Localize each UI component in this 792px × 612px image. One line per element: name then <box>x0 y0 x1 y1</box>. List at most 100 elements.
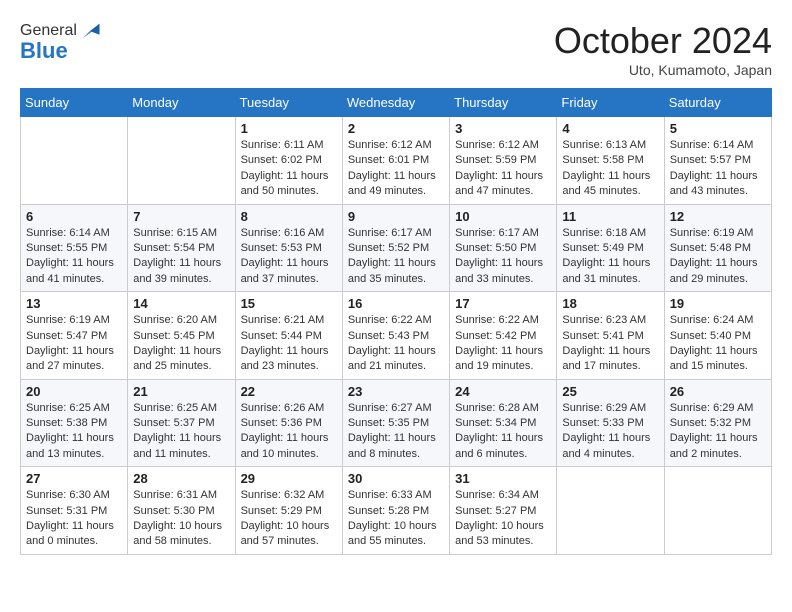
day-cell: 6Sunrise: 6:14 AMSunset: 5:55 PMDaylight… <box>21 204 128 292</box>
day-number: 10 <box>455 209 551 224</box>
month-title: October 2024 <box>554 20 772 62</box>
weekday-header-row: SundayMondayTuesdayWednesdayThursdayFrid… <box>21 89 772 117</box>
day-cell: 27 Sunrise: 6:30 AMSunset: 5:31 PMDayligh… <box>21 467 128 555</box>
day-number: 9 <box>348 209 444 224</box>
day-info: Sunrise: 6:29 AMSunset: 5:32 PMDaylight:… <box>670 401 766 463</box>
day-info: Sunrise: 6:29 AMSunset: 5:33 PMDaylight:… <box>562 401 658 463</box>
day-number: 12 <box>670 209 766 224</box>
day-info: Sunrise: 6:25 AMSunset: 5:38 PMDaylight:… <box>26 401 122 463</box>
day-info: Sunrise: 6:11 AMSunset: 6:02 PMDaylight:… <box>241 138 337 200</box>
day-cell: 1 Sunrise: 6:11 AMSunset: 6:02 PMDaylight… <box>235 117 342 205</box>
weekday-thursday: Thursday <box>450 89 557 117</box>
day-cell: 17 Sunrise: 6:22 AMSunset: 5:42 PMDayligh… <box>450 292 557 380</box>
day-cell: 29Sunrise: 6:32 AMSunset: 5:29 PMDayligh… <box>235 467 342 555</box>
weekday-tuesday: Tuesday <box>235 89 342 117</box>
day-number: 19 <box>670 296 766 311</box>
day-number: 1 <box>241 121 337 136</box>
day-cell: 28Sunrise: 6:31 AMSunset: 5:30 PMDayligh… <box>128 467 235 555</box>
day-number: 4 <box>562 121 658 136</box>
day-number: 23 <box>348 384 444 399</box>
location: Uto, Kumamoto, Japan <box>554 62 772 78</box>
day-cell: 24 Sunrise: 6:28 AMSunset: 5:34 PMDayligh… <box>450 379 557 467</box>
day-cell: 12 Sunrise: 6:19 AMSunset: 5:48 PMDayligh… <box>664 204 771 292</box>
day-info: Sunrise: 6:26 AMSunset: 5:36 PMDaylight:… <box>241 401 337 463</box>
day-cell: 8 Sunrise: 6:16 AMSunset: 5:53 PMDaylight… <box>235 204 342 292</box>
day-cell <box>557 467 664 555</box>
day-info: Sunrise: 6:22 AMSunset: 5:43 PMDaylight:… <box>348 313 444 375</box>
day-info: Sunrise: 6:14 AMSunset: 5:55 PMDaylight:… <box>26 226 122 288</box>
day-info: Sunrise: 6:27 AMSunset: 5:35 PMDaylight:… <box>348 401 444 463</box>
day-info: Sunrise: 6:28 AMSunset: 5:34 PMDaylight:… <box>455 401 551 463</box>
day-number: 7 <box>133 209 229 224</box>
day-cell: 7 Sunrise: 6:15 AMSunset: 5:54 PMDaylight… <box>128 204 235 292</box>
week-row-3: 13 Sunrise: 6:19 AMSunset: 5:47 PMDayligh… <box>21 292 772 380</box>
day-number: 3 <box>455 121 551 136</box>
week-row-1: 1 Sunrise: 6:11 AMSunset: 6:02 PMDaylight… <box>21 117 772 205</box>
day-cell: 30 Sunrise: 6:33 AMSunset: 5:28 PMDayligh… <box>342 467 449 555</box>
day-info: Sunrise: 6:12 AMSunset: 6:01 PMDaylight:… <box>348 138 444 200</box>
day-number: 31 <box>455 471 551 486</box>
day-cell: 25 Sunrise: 6:29 AMSunset: 5:33 PMDayligh… <box>557 379 664 467</box>
day-info: Sunrise: 6:19 AMSunset: 5:47 PMDaylight:… <box>26 313 122 375</box>
day-cell: 5Sunrise: 6:14 AMSunset: 5:57 PMDaylight… <box>664 117 771 205</box>
day-number: 15 <box>241 296 337 311</box>
day-number: 26 <box>670 384 766 399</box>
day-number: 24 <box>455 384 551 399</box>
day-info: Sunrise: 6:12 AMSunset: 5:59 PMDaylight:… <box>455 138 551 200</box>
day-info: Sunrise: 6:15 AMSunset: 5:54 PMDaylight:… <box>133 226 229 288</box>
weekday-monday: Monday <box>128 89 235 117</box>
day-cell: 15 Sunrise: 6:21 AMSunset: 5:44 PMDayligh… <box>235 292 342 380</box>
calendar-body: 1 Sunrise: 6:11 AMSunset: 6:02 PMDaylight… <box>21 117 772 555</box>
day-number: 8 <box>241 209 337 224</box>
day-info: Sunrise: 6:23 AMSunset: 5:41 PMDaylight:… <box>562 313 658 375</box>
weekday-saturday: Saturday <box>664 89 771 117</box>
week-row-4: 20 Sunrise: 6:25 AMSunset: 5:38 PMDayligh… <box>21 379 772 467</box>
day-info: Sunrise: 6:34 AMSunset: 5:27 PMDaylight:… <box>455 488 551 550</box>
calendar-table: SundayMondayTuesdayWednesdayThursdayFrid… <box>20 88 772 555</box>
day-cell: 3 Sunrise: 6:12 AMSunset: 5:59 PMDaylight… <box>450 117 557 205</box>
day-cell: 26 Sunrise: 6:29 AMSunset: 5:32 PMDayligh… <box>664 379 771 467</box>
day-info: Sunrise: 6:21 AMSunset: 5:44 PMDaylight:… <box>241 313 337 375</box>
day-number: 5 <box>670 121 766 136</box>
day-cell: 9Sunrise: 6:17 AMSunset: 5:52 PMDaylight… <box>342 204 449 292</box>
day-number: 21 <box>133 384 229 399</box>
day-number: 30 <box>348 471 444 486</box>
day-cell: 14Sunrise: 6:20 AMSunset: 5:45 PMDayligh… <box>128 292 235 380</box>
day-cell: 20 Sunrise: 6:25 AMSunset: 5:38 PMDayligh… <box>21 379 128 467</box>
day-number: 20 <box>26 384 122 399</box>
day-cell <box>128 117 235 205</box>
title-block: October 2024 Uto, Kumamoto, Japan <box>554 20 772 78</box>
day-number: 25 <box>562 384 658 399</box>
day-number: 11 <box>562 209 658 224</box>
day-info: Sunrise: 6:32 AMSunset: 5:29 PMDaylight:… <box>241 488 337 550</box>
weekday-sunday: Sunday <box>21 89 128 117</box>
day-info: Sunrise: 6:17 AMSunset: 5:50 PMDaylight:… <box>455 226 551 288</box>
day-cell: 10 Sunrise: 6:17 AMSunset: 5:50 PMDayligh… <box>450 204 557 292</box>
day-number: 13 <box>26 296 122 311</box>
day-cell: 18 Sunrise: 6:23 AMSunset: 5:41 PMDayligh… <box>557 292 664 380</box>
day-info: Sunrise: 6:22 AMSunset: 5:42 PMDaylight:… <box>455 313 551 375</box>
day-number: 17 <box>455 296 551 311</box>
logo-icon <box>79 20 101 42</box>
day-info: Sunrise: 6:16 AMSunset: 5:53 PMDaylight:… <box>241 226 337 288</box>
day-cell: 21 Sunrise: 6:25 AMSunset: 5:37 PMDayligh… <box>128 379 235 467</box>
weekday-friday: Friday <box>557 89 664 117</box>
day-cell: 13 Sunrise: 6:19 AMSunset: 5:47 PMDayligh… <box>21 292 128 380</box>
day-number: 18 <box>562 296 658 311</box>
day-cell <box>21 117 128 205</box>
day-cell: 11 Sunrise: 6:18 AMSunset: 5:49 PMDayligh… <box>557 204 664 292</box>
day-info: Sunrise: 6:19 AMSunset: 5:48 PMDaylight:… <box>670 226 766 288</box>
day-number: 28 <box>133 471 229 486</box>
day-info: Sunrise: 6:33 AMSunset: 5:28 PMDaylight:… <box>348 488 444 550</box>
week-row-2: 6Sunrise: 6:14 AMSunset: 5:55 PMDaylight… <box>21 204 772 292</box>
day-cell: 4 Sunrise: 6:13 AMSunset: 5:58 PMDaylight… <box>557 117 664 205</box>
day-info: Sunrise: 6:13 AMSunset: 5:58 PMDaylight:… <box>562 138 658 200</box>
day-info: Sunrise: 6:30 AMSunset: 5:31 PMDaylight:… <box>26 488 122 550</box>
day-info: Sunrise: 6:18 AMSunset: 5:49 PMDaylight:… <box>562 226 658 288</box>
day-cell: 2 Sunrise: 6:12 AMSunset: 6:01 PMDaylight… <box>342 117 449 205</box>
day-info: Sunrise: 6:25 AMSunset: 5:37 PMDaylight:… <box>133 401 229 463</box>
day-number: 2 <box>348 121 444 136</box>
day-number: 27 <box>26 471 122 486</box>
day-cell <box>664 467 771 555</box>
weekday-wednesday: Wednesday <box>342 89 449 117</box>
